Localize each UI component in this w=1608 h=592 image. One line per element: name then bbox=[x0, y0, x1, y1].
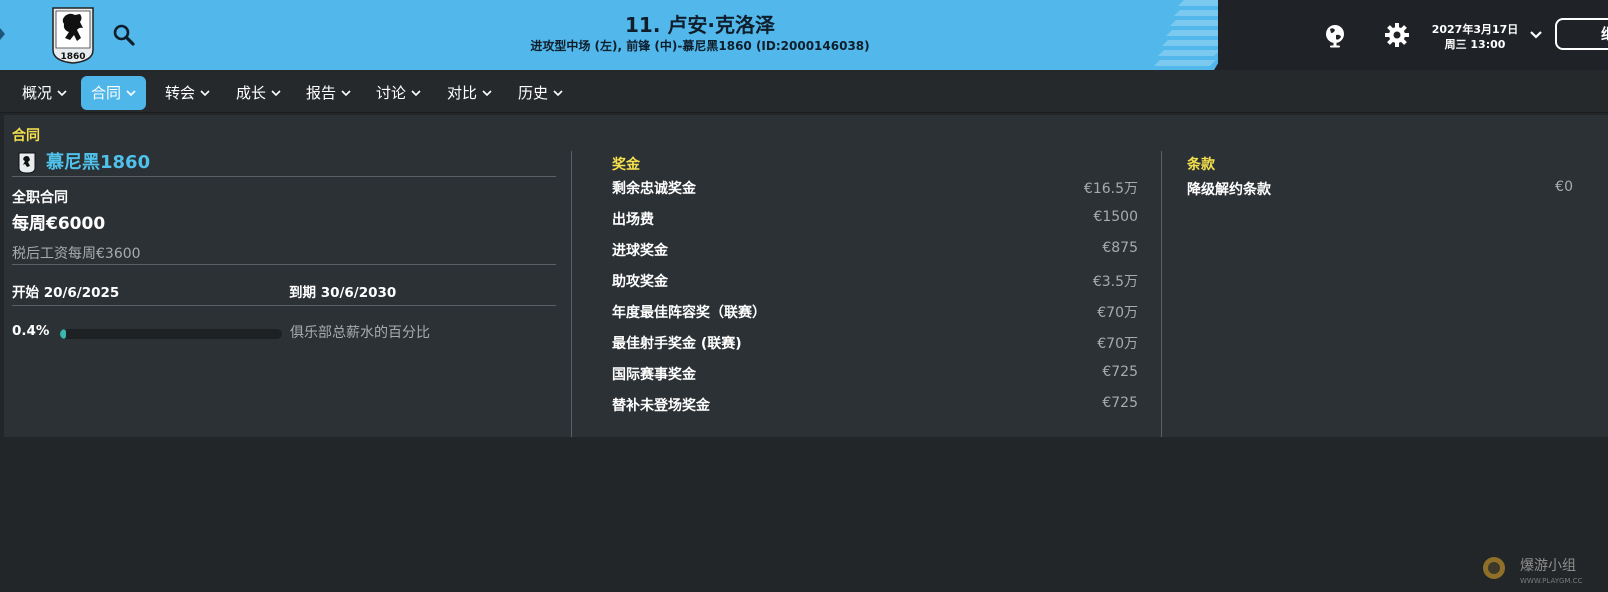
tab-overview[interactable]: 概况 bbox=[14, 76, 75, 110]
bonus-row: 国际赛事奖金 €725 bbox=[612, 364, 1138, 386]
divider bbox=[12, 176, 556, 177]
contract-panel: 合同 慕尼黑1860 全职合同 每周€6000 税后工资每周€3600 开始 2… bbox=[4, 115, 1608, 437]
bonus-label: 国际赛事奖金 bbox=[612, 367, 696, 383]
chevron-down-icon bbox=[126, 90, 136, 97]
bonus-value: €725 bbox=[1102, 364, 1138, 380]
svg-text:爆游小组: 爆游小组 bbox=[1520, 558, 1576, 574]
bonus-value: €725 bbox=[1102, 395, 1138, 411]
top-header: 1860 11. 卢安·克洛泽 进攻型中场 (左), 前锋 (中)-慕尼黑186… bbox=[0, 0, 1608, 70]
wage-share-value: 0.4% bbox=[12, 323, 50, 339]
svg-text:WWW.PLAYGM.CC: WWW.PLAYGM.CC bbox=[1520, 577, 1583, 585]
tab-compare[interactable]: 对比 bbox=[439, 76, 500, 110]
player-name-title: 11. 卢安·克洛泽 bbox=[625, 13, 775, 37]
divider bbox=[12, 305, 556, 306]
tab-label: 历史 bbox=[518, 84, 549, 102]
tab-label: 报告 bbox=[306, 84, 337, 102]
chevron-down-icon bbox=[271, 90, 281, 97]
site-watermark-logo: 爆游小组 WWW.PLAYGM.CC bbox=[1483, 557, 1583, 585]
after-tax-wage: 税后工资每周€3600 bbox=[12, 246, 141, 262]
contract-type: 全职合同 bbox=[12, 190, 68, 206]
bonus-label: 出场费 bbox=[612, 212, 654, 228]
bonus-row: 年度最佳阵容奖（联赛） €70万 bbox=[612, 302, 1138, 324]
chevron-down-icon bbox=[553, 90, 563, 97]
date-text: 2027年3月17日 bbox=[1431, 23, 1519, 36]
bonus-row: 进球奖金 €875 bbox=[612, 240, 1138, 262]
tab-label: 转会 bbox=[165, 84, 196, 102]
divider bbox=[12, 264, 556, 265]
bonus-label: 替补未登场奖金 bbox=[612, 398, 710, 414]
tab-label: 概况 bbox=[22, 84, 53, 102]
chevron-down-icon bbox=[57, 90, 67, 97]
club-crest-icon[interactable]: 1860 bbox=[50, 6, 96, 64]
bonus-row: 助攻奖金 €3.5万 bbox=[612, 271, 1138, 293]
chevron-down-icon bbox=[200, 90, 210, 97]
search-icon[interactable] bbox=[112, 23, 136, 47]
contract-end-date: 到期 30/6/2030 bbox=[289, 285, 397, 301]
bonus-label: 最佳射手奖金 (联赛) bbox=[612, 336, 742, 352]
column-divider bbox=[1161, 151, 1162, 437]
column-divider bbox=[571, 151, 572, 437]
contract-section-title: 合同 bbox=[12, 128, 40, 144]
bonus-section-title: 奖金 bbox=[612, 157, 640, 173]
chevron-down-icon[interactable] bbox=[1529, 30, 1543, 40]
chevron-down-icon bbox=[411, 90, 421, 97]
tab-label: 合同 bbox=[91, 84, 122, 102]
bonus-label: 进球奖金 bbox=[612, 243, 668, 259]
gear-icon[interactable] bbox=[1384, 22, 1410, 48]
club-link[interactable]: 慕尼黑1860 bbox=[46, 148, 150, 174]
chevron-down-icon bbox=[482, 90, 492, 97]
game-date: 2027年3月17日 周三 13:00 bbox=[1430, 22, 1520, 52]
tab-development[interactable]: 成长 bbox=[228, 76, 289, 110]
bonus-value: €875 bbox=[1102, 240, 1138, 256]
contract-start-date: 开始 20/6/2025 bbox=[12, 285, 120, 301]
bonus-row: 最佳射手奖金 (联赛) €70万 bbox=[612, 333, 1138, 355]
tab-label: 成长 bbox=[236, 84, 267, 102]
clause-value: €0 bbox=[1555, 179, 1573, 195]
clause-section-title: 条款 bbox=[1187, 157, 1215, 173]
bonus-value: €16.5万 bbox=[1083, 181, 1138, 197]
back-arrow-icon[interactable] bbox=[0, 28, 5, 40]
clause-row: 降级解约条款 €0 bbox=[1187, 179, 1573, 201]
wage-share-bar bbox=[60, 329, 282, 339]
globe-icon[interactable] bbox=[1322, 22, 1348, 48]
continue-button[interactable]: 继 bbox=[1555, 18, 1608, 50]
tab-contract[interactable]: 合同 bbox=[81, 76, 147, 110]
weekly-wage: 每周€6000 bbox=[12, 214, 106, 234]
header-dark-area bbox=[1218, 0, 1608, 70]
player-position-subtitle[interactable]: 进攻型中场 (左), 前锋 (中)-慕尼黑1860 (ID:2000146038… bbox=[430, 38, 970, 54]
tab-discuss[interactable]: 讨论 bbox=[368, 76, 429, 110]
bonus-row: 替补未登场奖金 €725 bbox=[612, 395, 1138, 417]
svg-text:1860: 1860 bbox=[60, 52, 85, 62]
wage-share-label: 俱乐部总薪水的百分比 bbox=[290, 325, 430, 341]
club-badge-icon bbox=[18, 152, 36, 174]
bonus-row: 出场费 €1500 bbox=[612, 209, 1138, 231]
bonus-value: €70万 bbox=[1097, 305, 1138, 321]
weekday-time-text: 周三 13:00 bbox=[1444, 38, 1506, 51]
tab-bar: 概况 合同 转会 成长 报告 讨论 对比 历史 bbox=[0, 70, 1608, 113]
tab-history[interactable]: 历史 bbox=[510, 76, 571, 110]
tab-transfer[interactable]: 转会 bbox=[157, 76, 218, 110]
chevron-down-icon bbox=[341, 90, 351, 97]
bonus-value: €70万 bbox=[1097, 336, 1138, 352]
bonus-value: €3.5万 bbox=[1092, 274, 1138, 290]
bonus-label: 助攻奖金 bbox=[612, 274, 668, 290]
bonus-row: 剩余忠诚奖金 €16.5万 bbox=[612, 178, 1138, 200]
tab-label: 讨论 bbox=[376, 84, 407, 102]
wage-share-bar-fill bbox=[60, 329, 66, 339]
clause-label: 降级解约条款 bbox=[1187, 182, 1271, 198]
bonus-label: 年度最佳阵容奖（联赛） bbox=[612, 305, 766, 321]
bonus-value: €1500 bbox=[1093, 209, 1138, 225]
bonus-label: 剩余忠诚奖金 bbox=[612, 181, 696, 197]
tab-label: 对比 bbox=[447, 84, 478, 102]
player-title-block: 11. 卢安·克洛泽 进攻型中场 (左), 前锋 (中)-慕尼黑1860 (ID… bbox=[430, 12, 970, 54]
tab-reports[interactable]: 报告 bbox=[298, 76, 359, 110]
